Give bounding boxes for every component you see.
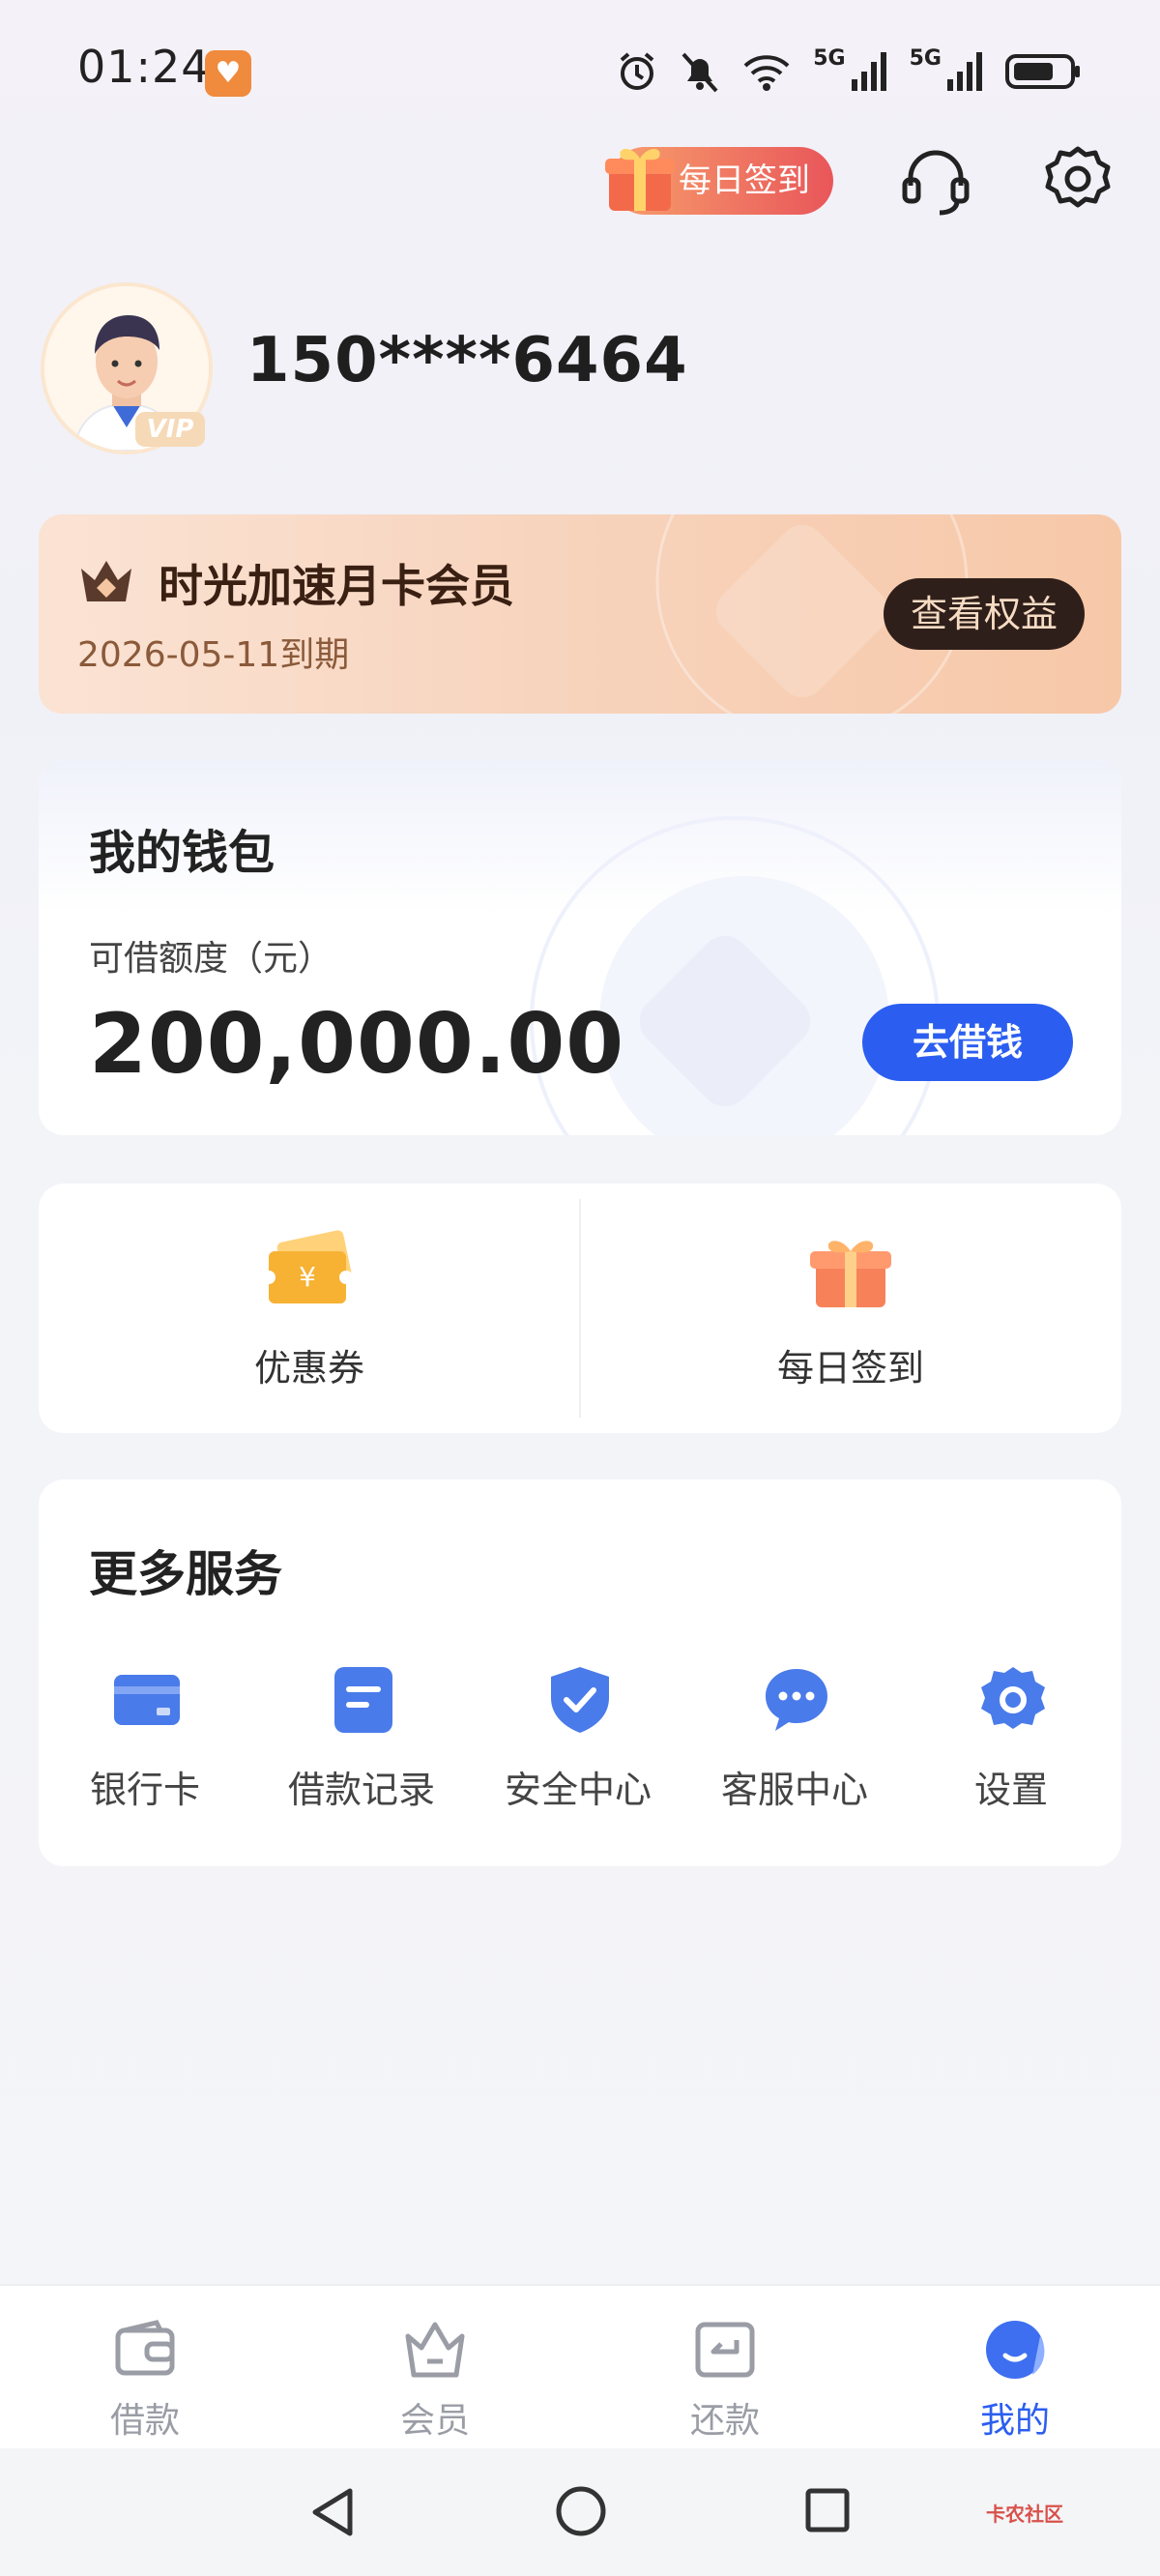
bank-card-icon: [114, 1675, 180, 1725]
home-icon[interactable]: [555, 2485, 607, 2537]
coupon-label: 优惠券: [253, 1347, 364, 1390]
daily-checkin-entry[interactable]: 每日签到: [580, 1184, 1121, 1433]
tab-label: 还款: [689, 2401, 760, 2441]
customer-service-icon[interactable]: [899, 145, 972, 219]
signal-icon: [851, 52, 886, 91]
app-notification-icon: ♥: [205, 50, 251, 97]
network-5g-label-2: 5G: [909, 46, 942, 71]
daily-checkin-label: 每日签到: [776, 1347, 924, 1390]
battery-icon: [1005, 54, 1080, 89]
chat-icon: [766, 1669, 827, 1731]
wallet-title: 我的钱包: [89, 826, 276, 880]
tab-mine[interactable]: 我的: [918, 2311, 1112, 2441]
service-label: 银行卡: [89, 1769, 200, 1811]
credit-limit-label: 可借额度（元）: [89, 939, 334, 979]
shield-icon: [551, 1667, 609, 1733]
watermark: 卡农社区: [986, 2503, 1063, 2526]
membership-expire: 2026-05-11到期: [77, 635, 350, 675]
service-label: 安全中心: [504, 1769, 652, 1811]
service-label: 客服中心: [720, 1769, 868, 1811]
gear-icon: [981, 1667, 1045, 1729]
crown-icon: [405, 2322, 465, 2378]
repay-icon: [695, 2322, 755, 2378]
record-icon: [334, 1667, 392, 1733]
tab-member[interactable]: 会员: [338, 2311, 532, 2441]
tab-borrow[interactable]: 借款: [48, 2311, 242, 2441]
tab-label: 借款: [109, 2401, 180, 2441]
coupon-entry[interactable]: ¥ 优惠券: [39, 1184, 580, 1433]
gift-icon: [810, 1241, 891, 1307]
gift-icon: [605, 149, 675, 211]
service-label: 设置: [973, 1769, 1048, 1811]
service-security-center[interactable]: 安全中心: [481, 1644, 675, 1818]
status-icons: 5G 5G: [616, 46, 1083, 97]
tab-label: 我的: [979, 2401, 1050, 2441]
vip-badge: VIP: [135, 412, 205, 447]
user-phone: 150****6464: [246, 325, 688, 396]
borrow-button[interactable]: 去借钱: [862, 1004, 1073, 1081]
settings-gear-icon[interactable]: [1042, 143, 1114, 215]
membership-title: 时光加速月卡会员: [159, 560, 514, 612]
service-bank-card[interactable]: 银行卡: [48, 1644, 242, 1818]
crown-icon: [81, 561, 131, 601]
service-label: 借款记录: [287, 1769, 435, 1811]
svg-text:¥: ¥: [299, 1261, 316, 1293]
status-time: 01:24: [77, 41, 211, 93]
service-settings[interactable]: 设置: [914, 1644, 1108, 1818]
back-icon[interactable]: [307, 2485, 358, 2539]
signal-icon-2: [947, 52, 982, 91]
services-title: 更多服务: [89, 1546, 282, 1602]
network-5g-label: 5G: [813, 46, 846, 71]
service-customer-center[interactable]: 客服中心: [698, 1644, 891, 1818]
wallet-icon: [115, 2320, 175, 2376]
mute-bell-icon: [682, 52, 718, 93]
tab-label: 会员: [399, 2401, 470, 2441]
service-loan-record[interactable]: 借款记录: [265, 1644, 458, 1818]
tab-repay[interactable]: 还款: [628, 2311, 822, 2441]
profile-icon: [986, 2321, 1045, 2379]
coupon-icon: ¥: [263, 1230, 353, 1303]
view-rights-button[interactable]: 查看权益: [884, 578, 1085, 650]
wifi-icon: [743, 55, 790, 91]
recent-apps-icon[interactable]: [804, 2487, 851, 2533]
alarm-icon: [620, 52, 654, 90]
credit-limit-amount: 200,000.00: [89, 996, 625, 1093]
